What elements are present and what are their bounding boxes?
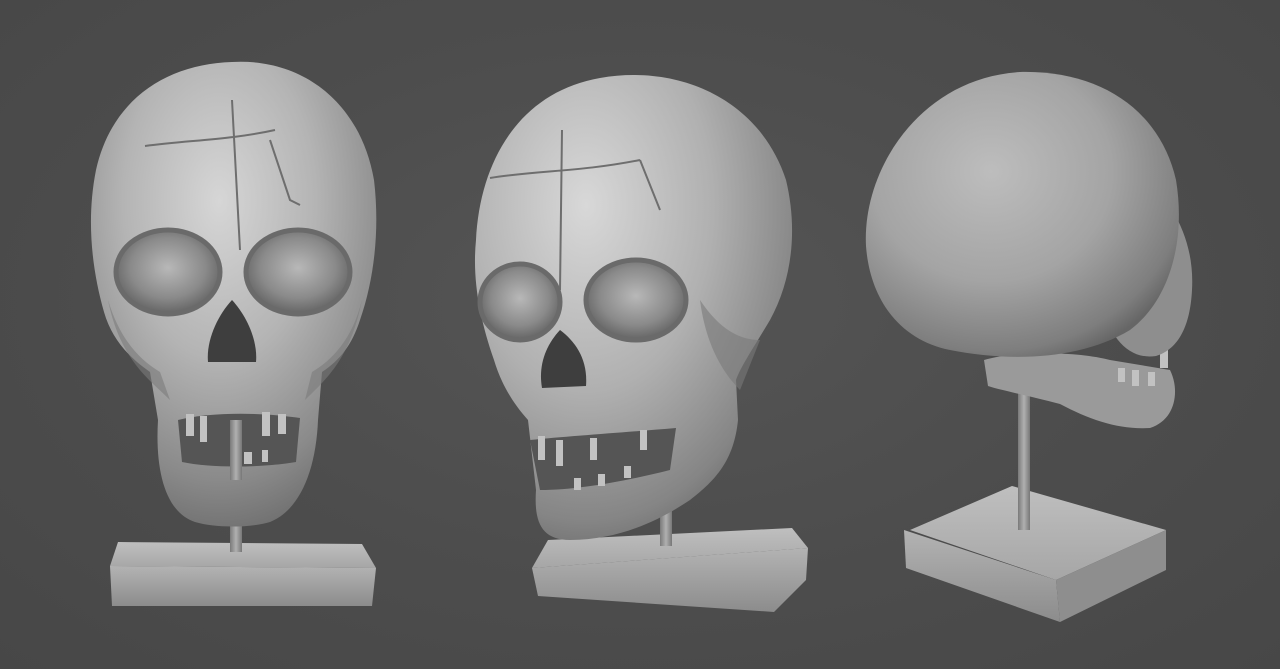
skull-rear-three-quarter-view <box>865 71 1193 622</box>
rear-base <box>904 486 1166 622</box>
front-base <box>110 542 376 606</box>
rear-cranium <box>865 71 1179 357</box>
rear-mandible <box>984 353 1176 429</box>
render-viewport <box>0 0 1280 669</box>
skull-front-view <box>90 61 377 606</box>
skull-three-quarter-view <box>474 75 808 612</box>
skull-render-canvas <box>90 61 1193 622</box>
